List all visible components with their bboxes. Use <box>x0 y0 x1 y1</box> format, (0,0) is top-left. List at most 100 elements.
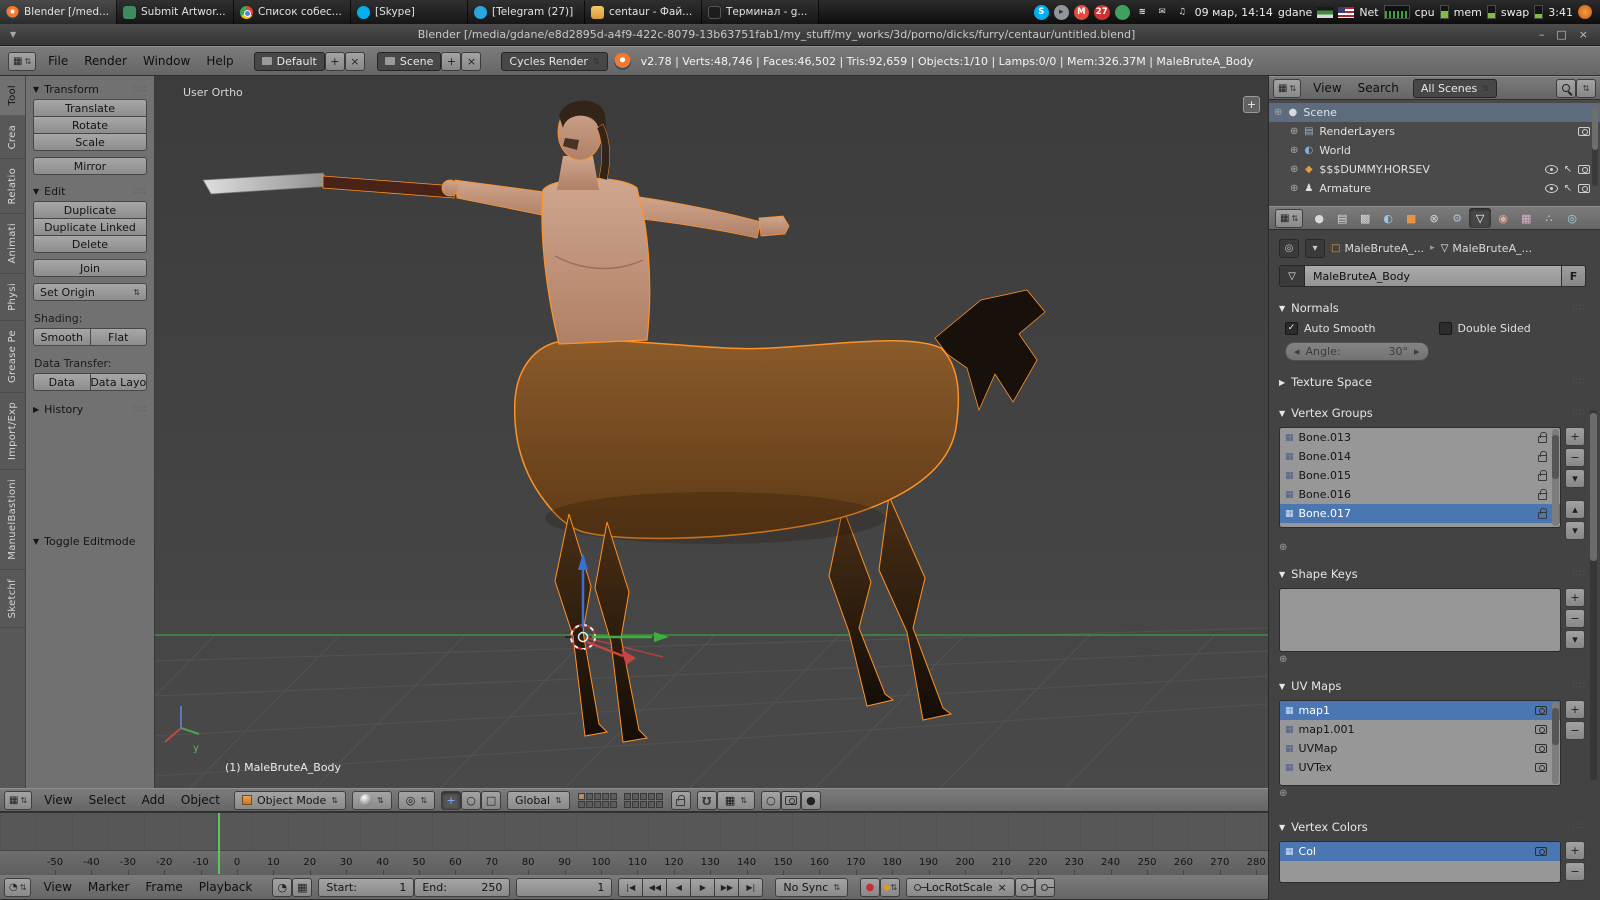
add-layout-button[interactable]: + <box>325 52 345 71</box>
rotate-button[interactable]: Rotate <box>33 116 147 134</box>
layer-toggle[interactable] <box>586 793 593 800</box>
notification-badge[interactable]: 27 <box>1094 5 1110 20</box>
pivot-dropdown[interactable]: ◎ ⇅ <box>398 791 435 810</box>
vertex-color-item[interactable]: ▦Col <box>1280 842 1560 861</box>
pointer-toggle[interactable]: ↖ <box>1564 183 1572 194</box>
join-button[interactable]: Join <box>33 259 147 277</box>
camera-toggle[interactable] <box>1578 184 1590 193</box>
tab-texture[interactable]: ▦ <box>1515 208 1537 228</box>
menu-timeline-frame[interactable]: Frame <box>137 880 190 894</box>
wifi-tray-icon[interactable]: ≋ <box>1135 5 1150 20</box>
uv-map-item[interactable]: ▦map1.001 <box>1280 720 1560 739</box>
taskbar-window[interactable]: centaur - Фай... <box>585 0 702 24</box>
breadcrumb-data[interactable]: ▽ MaleBruteA_... <box>1441 242 1532 255</box>
menu-3d-view[interactable]: View <box>36 793 80 807</box>
move-vertex-group-up-button[interactable]: ▴ <box>1565 500 1585 519</box>
layer-toggle[interactable] <box>594 801 601 808</box>
lock-icon[interactable] <box>1538 512 1547 519</box>
outliner-item[interactable]: ⊕●Scene <box>1269 103 1600 122</box>
shade-flat-button[interactable]: Flat <box>90 328 148 346</box>
session-icon[interactable] <box>1578 5 1592 19</box>
layer-toggle[interactable] <box>586 801 593 808</box>
layer-toggle[interactable] <box>656 793 663 800</box>
eye-toggle[interactable] <box>1545 184 1558 193</box>
titlebar-caret-icon[interactable]: ▼ <box>0 30 26 39</box>
lock-icon[interactable] <box>1538 493 1547 500</box>
manipulator-rotate-button[interactable]: ○ <box>461 791 481 810</box>
duplicate-linked-button[interactable]: Duplicate Linked <box>33 218 147 236</box>
close-button[interactable]: × <box>1579 28 1588 41</box>
list-scrollbar[interactable] <box>1552 702 1559 784</box>
uv-map-item[interactable]: ▦map1 <box>1280 701 1560 720</box>
vertex-group-item[interactable]: ▦Bone.013 <box>1280 428 1560 447</box>
double-sided-checkbox[interactable]: Double Sided <box>1439 322 1583 335</box>
tab-particles[interactable]: ∴ <box>1538 208 1560 228</box>
tool-tab-animati[interactable]: Animati <box>0 214 25 274</box>
end-frame-field[interactable]: End: 250 <box>414 878 510 897</box>
menu-timeline-view[interactable]: View <box>35 880 79 894</box>
snap-element-dropdown[interactable]: ▦ ⇅ <box>717 791 755 810</box>
tab-scene[interactable]: ▩ <box>1354 208 1376 228</box>
taskbar-window[interactable]: Список собес... <box>234 0 351 24</box>
tab-object-data[interactable]: ▽ <box>1469 208 1491 228</box>
uv-map-item[interactable]: ▦UVMap <box>1280 739 1560 758</box>
screen-layout-field[interactable]: Default <box>254 52 325 71</box>
tool-tab-tool[interactable]: Tool <box>0 76 25 116</box>
tab-modifiers[interactable]: ⚙ <box>1446 208 1468 228</box>
tool-tab-physi[interactable]: Physi <box>0 274 25 321</box>
slider-left-arrow[interactable]: ◂ <box>1294 345 1300 358</box>
texture-space-panel-header[interactable]: ▶ Texture Space ∷∷ <box>1279 372 1586 392</box>
list-filter-toggle[interactable]: ⊕ <box>1279 788 1586 799</box>
menu-timeline-marker[interactable]: Marker <box>80 880 137 894</box>
add-shape-key-button[interactable]: + <box>1565 588 1585 607</box>
outliner-scope-dropdown[interactable]: All Scenes ⇅ <box>1413 79 1497 98</box>
render-preview-button[interactable]: ● <box>801 791 821 810</box>
layer-toggle[interactable] <box>594 793 601 800</box>
list-filter-toggle[interactable]: ⊕ <box>1279 654 1586 665</box>
timeline-region[interactable]: -50-40-30-20-100102030405060708090100110… <box>0 812 1268 874</box>
normals-panel-header[interactable]: ▼ Normals ∷∷ <box>1279 298 1586 318</box>
taskbar-window[interactable]: Blender [/med... <box>0 0 117 24</box>
camera-icon[interactable] <box>1535 725 1547 734</box>
region-expand-button[interactable]: + <box>1243 96 1260 113</box>
us-flag-icon[interactable] <box>1338 7 1354 18</box>
transform-panel-header[interactable]: ▼ Transform ∷∷ <box>26 79 154 99</box>
pin-button[interactable]: ◎ <box>1279 239 1299 258</box>
fake-user-button[interactable]: F <box>1562 265 1586 287</box>
delete-scene-button[interactable]: × <box>461 52 481 71</box>
viewport-shading-dropdown[interactable]: ⇅ <box>352 791 392 810</box>
data-button[interactable]: Data <box>33 373 91 391</box>
gmail-tray-icon[interactable]: M <box>1074 5 1089 20</box>
layer-toggle[interactable] <box>578 801 585 808</box>
transform-orientation-dropdown[interactable]: Global ⇅ <box>507 791 570 810</box>
layer-toggle[interactable] <box>640 793 647 800</box>
info-editor-type-button[interactable]: ▦ ⇅ <box>8 52 36 71</box>
next-keyframe-button[interactable]: ▶▶ <box>714 878 739 897</box>
current-frame-field[interactable]: 1 <box>516 878 612 897</box>
outliner-item[interactable]: ⊕▤RenderLayers <box>1269 122 1600 141</box>
add-scene-button[interactable]: + <box>441 52 461 71</box>
jump-to-start-button[interactable]: |◀ <box>618 878 643 897</box>
mode-dropdown[interactable]: Object Mode ⇅ <box>234 791 346 810</box>
outliner-filter-button[interactable]: ⇅ <box>1576 79 1596 98</box>
outliner-scrollbar[interactable] <box>1592 106 1598 186</box>
expand-icon[interactable]: ⊕ <box>1274 107 1282 118</box>
auto-keyframe-button[interactable]: ● <box>860 878 880 897</box>
delete-button[interactable]: Delete <box>33 235 147 253</box>
telegram-tray-icon[interactable]: ▸ <box>1054 5 1069 20</box>
tool-tab-grease-pe[interactable]: Grease Pe <box>0 321 25 393</box>
menu-outliner-search[interactable]: Search <box>1350 81 1407 95</box>
timeline-band[interactable] <box>0 813 1268 851</box>
tab-render-layers[interactable]: ▤ <box>1331 208 1353 228</box>
add-vertex-group-button[interactable]: + <box>1565 427 1585 446</box>
camera-toggle[interactable] <box>1578 127 1590 136</box>
vertex-group-specials-button[interactable]: ▾ <box>1565 469 1585 488</box>
add-vertex-color-button[interactable]: + <box>1565 841 1585 860</box>
layer-toggle[interactable] <box>648 801 655 808</box>
uv-maps-panel-header[interactable]: ▼ UV Maps ∷∷ <box>1279 676 1586 696</box>
previous-keyframe-button[interactable]: ◀◀ <box>642 878 667 897</box>
outliner-search-button[interactable] <box>1556 79 1576 98</box>
translate-button[interactable]: Translate <box>33 99 147 117</box>
volume-tray-icon[interactable]: ♫ <box>1175 5 1190 20</box>
view3d-editor-type-button[interactable]: ▦ ⇅ <box>4 791 32 810</box>
